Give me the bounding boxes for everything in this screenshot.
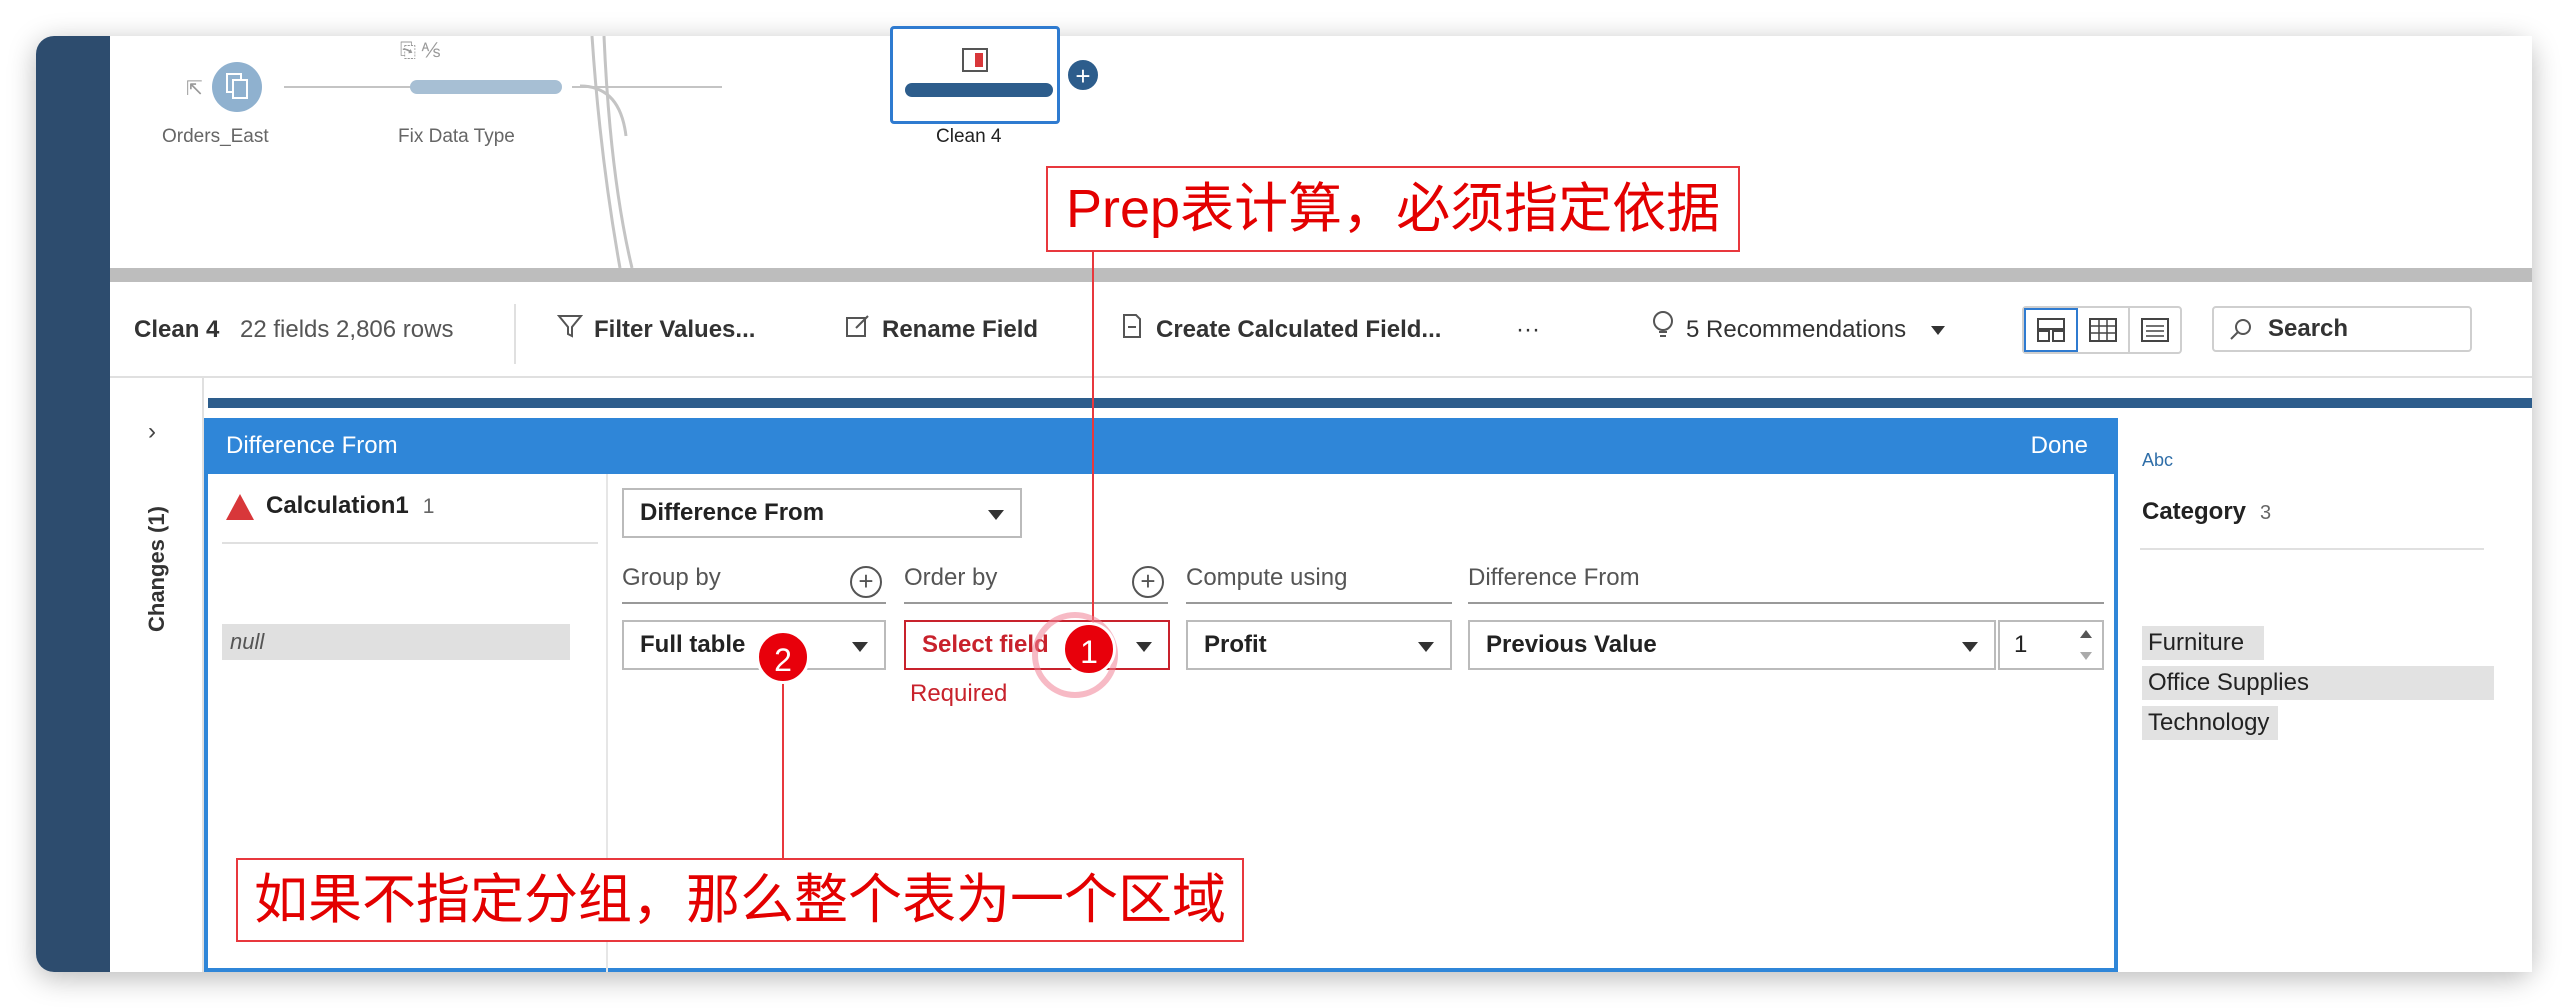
step-badge-1: 1: [1062, 622, 1116, 676]
divider: [1468, 602, 2104, 604]
search-icon: [2230, 319, 2251, 340]
calculation-icon: [1118, 283, 1146, 379]
toolbar-separator: [514, 304, 516, 364]
profile-field-header: Category 3: [2142, 498, 2271, 526]
node-label-orders-east: Orders_East: [162, 126, 269, 147]
toolbar: Clean 4 22 fields 2,806 rows Filter Valu…: [110, 282, 2532, 378]
stepper-up-icon[interactable]: [2080, 630, 2092, 638]
profile-field-count: 3: [2260, 502, 2272, 524]
search-input[interactable]: Search: [2212, 306, 2472, 352]
calc-field-name[interactable]: Calculation1: [266, 492, 409, 519]
divider: [222, 542, 598, 544]
filter-icon: [556, 283, 584, 379]
profile-view-button[interactable]: [2024, 308, 2078, 352]
clean-error-icon: [962, 48, 988, 72]
value-bar-office-supplies[interactable]: Office Supplies: [2142, 666, 2494, 700]
warning-icon: [226, 493, 254, 520]
value-bar-technology[interactable]: Technology: [2142, 706, 2278, 740]
calc-type-select[interactable]: Difference From: [622, 488, 1022, 538]
files-icon: [226, 73, 248, 99]
divider: [622, 602, 886, 604]
node-label-fix-data-type: Fix Data Type: [398, 126, 515, 147]
recommendations-button[interactable]: 5 Recommendations: [1650, 282, 1945, 378]
list-icon: [2141, 318, 2169, 342]
offset-stepper[interactable]: 1: [1998, 620, 2104, 670]
string-type-icon[interactable]: Abc: [2142, 450, 2173, 471]
field-row-stats: 22 fields 2,806 rows: [240, 316, 454, 343]
order-by-label: Order by: [904, 564, 998, 591]
step-badge-2: 2: [756, 630, 810, 684]
difference-from-select[interactable]: Previous Value: [1468, 620, 1996, 670]
divider: [2140, 548, 2484, 550]
profile-field-name: Category: [2142, 498, 2247, 525]
value-bar-furniture[interactable]: Furniture: [2142, 626, 2264, 660]
lightbulb-icon: [1650, 283, 1676, 379]
divider: [904, 602, 1168, 604]
edit-icon: [844, 283, 872, 379]
chevron-down-icon: [1962, 642, 1978, 652]
table-icon: [2089, 318, 2117, 342]
group-by-label: Group by: [622, 564, 721, 591]
calc-field-header: Calculation1 1: [226, 492, 434, 520]
annotation-connector: [782, 676, 784, 858]
input-node-icon[interactable]: [212, 62, 262, 112]
calc-field-count: 1: [422, 495, 435, 518]
view-toggle-group: [2022, 306, 2182, 354]
clean-4-node-bar: [905, 83, 1053, 97]
filter-values-button[interactable]: Filter Values...: [556, 282, 755, 378]
add-group-by-button[interactable]: +: [850, 566, 882, 598]
left-sidebar: [36, 36, 110, 972]
node-label-clean-4: Clean 4: [936, 126, 1002, 147]
pane-divider[interactable]: [110, 268, 2532, 282]
annotation-top-note: Prep表计算，必须指定依据: [1046, 166, 1741, 252]
add-step-button[interactable]: +: [1066, 58, 1100, 92]
annotation-connector: [1092, 252, 1094, 664]
flow-connector-curves: [580, 36, 634, 268]
rename-field-button[interactable]: Rename Field: [844, 282, 1038, 378]
difference-from-label: Difference From: [1468, 564, 1640, 591]
changes-rail: › Changes (1): [110, 378, 204, 972]
chevron-down-icon: [1930, 326, 1945, 336]
group-by-select[interactable]: Full table: [622, 620, 886, 670]
create-calculated-field-button[interactable]: Create Calculated Field...: [1118, 282, 1441, 378]
chevron-down-icon: [1136, 642, 1152, 652]
profile-pane-icon: [2037, 318, 2065, 342]
chevron-down-icon: [1418, 642, 1434, 652]
list-view-button[interactable]: [2130, 308, 2180, 352]
data-grid-view-button[interactable]: [2078, 308, 2130, 352]
chevron-down-icon: [988, 510, 1004, 520]
stepper-down-icon[interactable]: [2080, 652, 2092, 660]
annotation-bottom-note: 如果不指定分组，那么整个表为一个区域: [236, 858, 1244, 942]
required-error-text: Required: [910, 680, 1008, 707]
output-icon: ⇱: [186, 78, 203, 100]
chevron-right-icon[interactable]: ›: [148, 418, 156, 446]
selected-node-clean-4[interactable]: [890, 26, 1060, 124]
more-actions-button[interactable]: ···: [1516, 282, 1540, 378]
chevron-down-icon: [852, 642, 868, 652]
compute-using-select[interactable]: Profit: [1186, 620, 1452, 670]
add-order-by-button[interactable]: +: [1132, 566, 1164, 598]
changes-panel-toggle[interactable]: Changes (1): [144, 506, 170, 632]
compute-using-label: Compute using: [1186, 564, 1348, 591]
divider: [1186, 602, 1452, 604]
clean-step-icon: ⎘ ⅍: [400, 40, 441, 62]
field-header-strip: [208, 398, 2532, 408]
fix-data-type-node[interactable]: [410, 80, 562, 94]
null-value[interactable]: null: [222, 624, 570, 660]
step-name: Clean 4: [134, 316, 220, 343]
field-profile-card: Abc Category 3 Furniture Office Supplies …: [2122, 422, 2532, 972]
